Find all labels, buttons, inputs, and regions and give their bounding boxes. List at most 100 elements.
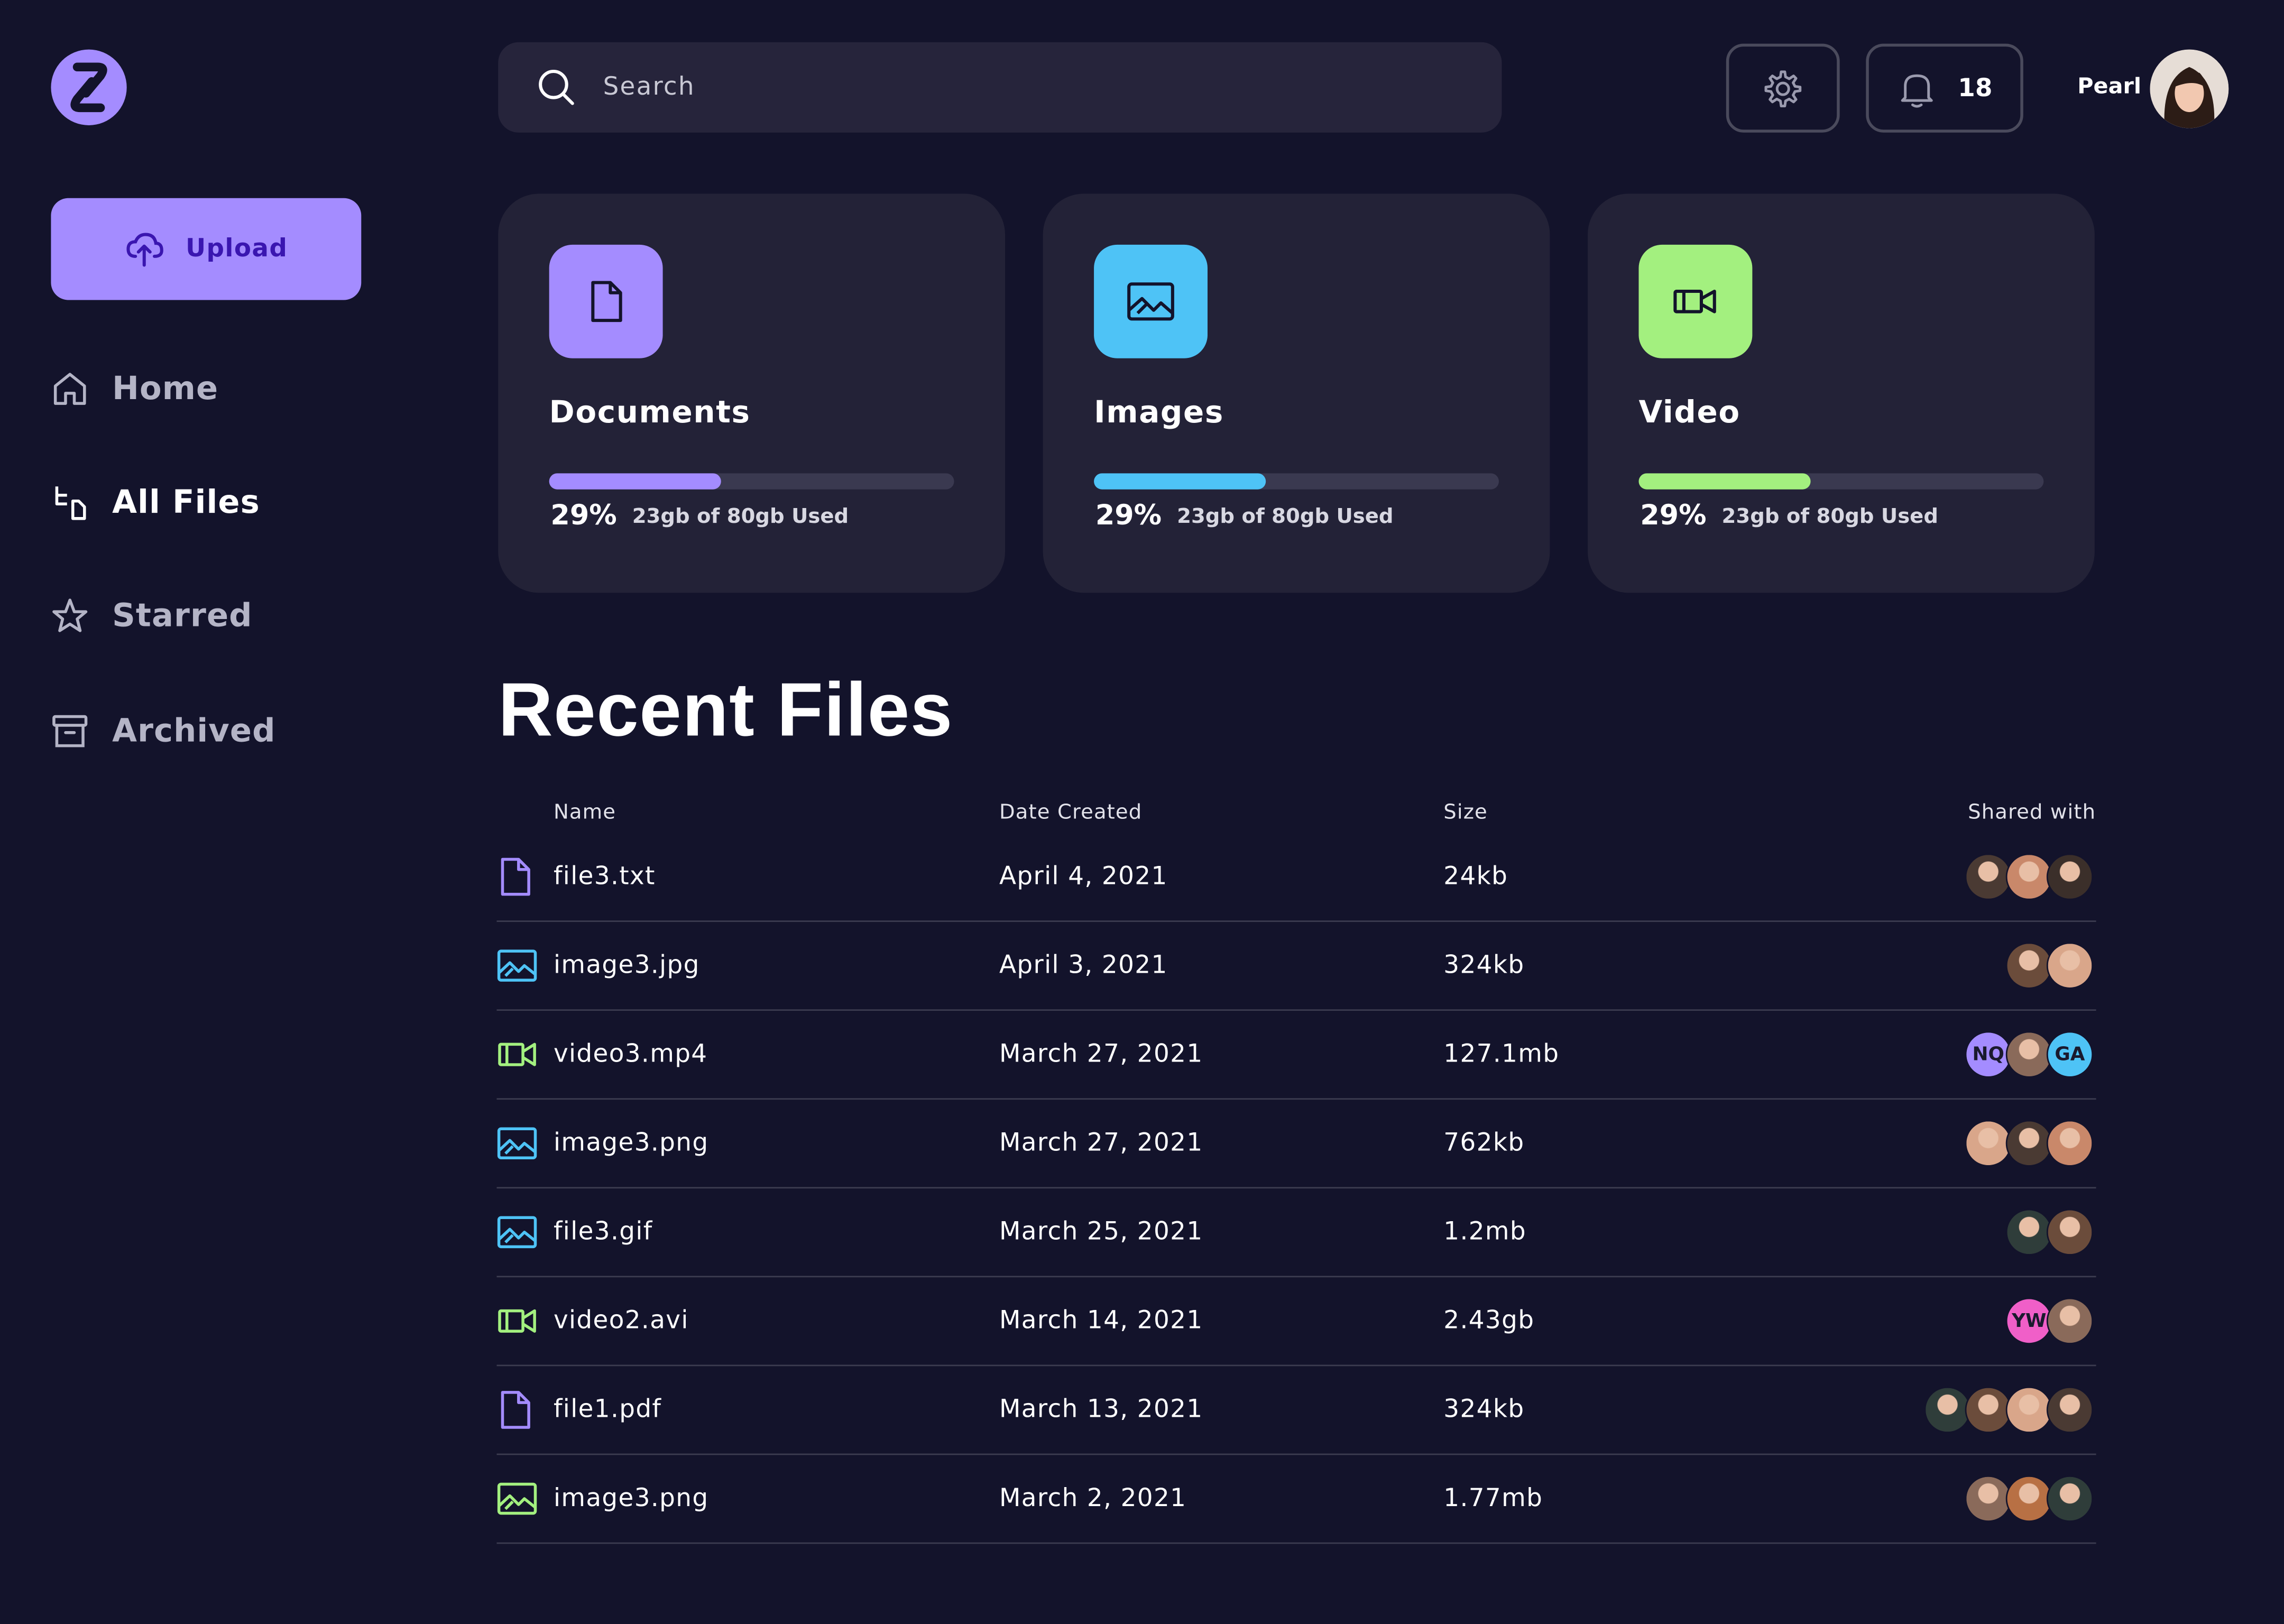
shared-with bbox=[2005, 922, 2094, 1009]
shared-avatar[interactable] bbox=[1965, 1475, 2012, 1522]
logo-icon bbox=[70, 62, 107, 113]
shared-avatar-initials[interactable]: GA bbox=[2046, 1031, 2094, 1078]
settings-button[interactable] bbox=[1726, 43, 1840, 133]
gear-icon bbox=[1764, 69, 1802, 107]
image-icon bbox=[496, 922, 537, 1009]
file-row[interactable]: file3.txt April 4, 2021 24kb bbox=[496, 833, 2096, 922]
app-logo[interactable] bbox=[51, 49, 127, 125]
file-name[interactable]: image3.png bbox=[554, 1100, 709, 1187]
file-row[interactable]: image3.jpg April 3, 2021 324kb bbox=[496, 922, 2096, 1011]
file-name[interactable]: video3.mp4 bbox=[554, 1011, 708, 1098]
nav-label-all-files: All Files bbox=[112, 484, 260, 521]
shared-avatar[interactable] bbox=[2005, 1031, 2052, 1078]
storage-percent: 29% bbox=[1640, 499, 1707, 532]
nav-item-archived[interactable]: Archived bbox=[51, 702, 371, 760]
file-name[interactable]: video2.avi bbox=[554, 1277, 689, 1364]
shared-avatar[interactable] bbox=[1965, 1386, 2012, 1434]
nav-item-home[interactable]: Home bbox=[51, 360, 371, 418]
storage-progress bbox=[549, 473, 954, 490]
file-date: March 2, 2021 bbox=[999, 1484, 1187, 1514]
shared-avatar[interactable] bbox=[2005, 1120, 2052, 1167]
nav-item-all-files[interactable]: All Files bbox=[51, 473, 371, 531]
shared-avatar[interactable] bbox=[2005, 942, 2052, 989]
file-row[interactable]: video2.avi March 14, 2021 2.43gb YW bbox=[496, 1277, 2096, 1367]
nav-label-archived: Archived bbox=[112, 713, 276, 750]
image-icon bbox=[1094, 244, 1208, 358]
file-name[interactable]: file3.txt bbox=[554, 833, 656, 920]
file-row[interactable]: image3.png March 2, 2021 1.77mb bbox=[496, 1455, 2096, 1544]
star-icon bbox=[52, 598, 88, 632]
shared-avatar[interactable] bbox=[2046, 1475, 2094, 1522]
search-input[interactable] bbox=[603, 72, 1419, 102]
storage-card-images[interactable]: Images 29% 23gb of 80gb Used bbox=[1043, 193, 1550, 593]
file-row[interactable]: file1.pdf March 13, 2021 324kb bbox=[496, 1366, 2096, 1455]
shared-avatar[interactable] bbox=[2046, 1120, 2094, 1167]
file-date: March 25, 2021 bbox=[999, 1217, 1203, 1247]
shared-with: YW bbox=[2005, 1277, 2094, 1364]
shared-avatar[interactable] bbox=[2005, 1386, 2052, 1434]
shared-avatar-initials[interactable]: YW bbox=[2005, 1297, 2052, 1344]
file-size: 324kb bbox=[1443, 951, 1525, 981]
storage-used: 23gb of 80gb Used bbox=[632, 505, 849, 529]
column-header-size[interactable]: Size bbox=[1443, 801, 1488, 824]
search-bar[interactable] bbox=[498, 42, 1502, 133]
shared-avatar[interactable] bbox=[2046, 942, 2094, 989]
file-date: March 27, 2021 bbox=[999, 1040, 1203, 1069]
file-name[interactable]: image3.jpg bbox=[554, 922, 700, 1009]
file-size: 127.1mb bbox=[1443, 1040, 1560, 1069]
upload-button[interactable]: Upload bbox=[51, 198, 362, 300]
shared-with bbox=[1924, 1366, 2094, 1453]
file-row[interactable]: file3.gif March 25, 2021 1.2mb bbox=[496, 1188, 2096, 1278]
home-icon bbox=[53, 373, 86, 405]
file-size: 24kb bbox=[1443, 862, 1508, 892]
file-name[interactable]: file3.gif bbox=[554, 1188, 653, 1276]
shared-avatar[interactable] bbox=[2005, 1208, 2052, 1256]
upload-label: Upload bbox=[186, 234, 288, 264]
shared-avatar[interactable] bbox=[2046, 1386, 2094, 1434]
shared-avatar[interactable] bbox=[1965, 1120, 2012, 1167]
document-icon bbox=[549, 244, 663, 358]
notification-count: 18 bbox=[1958, 73, 1993, 103]
file-size: 1.77mb bbox=[1443, 1484, 1543, 1514]
shared-avatar[interactable] bbox=[2005, 853, 2052, 900]
bell-icon bbox=[1901, 73, 1933, 107]
storage-progress bbox=[1094, 473, 1499, 490]
shared-avatar[interactable] bbox=[1965, 853, 2012, 900]
user-avatar[interactable] bbox=[2150, 49, 2229, 128]
storage-used: 23gb of 80gb Used bbox=[1721, 505, 1938, 529]
file-size: 2.43gb bbox=[1443, 1306, 1535, 1336]
image-icon bbox=[496, 1100, 537, 1187]
storage-card-video[interactable]: Video 29% 23gb of 80gb Used bbox=[1588, 193, 2095, 593]
user-photo bbox=[2150, 49, 2229, 128]
storage-percent: 29% bbox=[550, 499, 617, 532]
storage-card-documents[interactable]: Documents 29% 23gb of 80gb Used bbox=[498, 193, 1006, 593]
column-header-name[interactable]: Name bbox=[554, 801, 616, 824]
recent-files-title: Recent Files bbox=[498, 668, 953, 753]
column-header-shared: Shared with bbox=[1968, 801, 2096, 825]
video-icon bbox=[1638, 244, 1753, 358]
search-icon bbox=[539, 69, 574, 105]
file-name[interactable]: image3.png bbox=[554, 1455, 709, 1542]
shared-with: GA NQ bbox=[1965, 1011, 2094, 1098]
shared-with bbox=[1965, 833, 2094, 920]
card-title: Documents bbox=[549, 394, 751, 430]
image-icon bbox=[496, 1455, 537, 1542]
shared-with bbox=[2005, 1188, 2094, 1276]
card-title: Images bbox=[1094, 394, 1224, 430]
shared-avatar[interactable] bbox=[2046, 853, 2094, 900]
video-icon bbox=[496, 1011, 537, 1098]
shared-avatar[interactable] bbox=[2005, 1475, 2052, 1522]
archive-icon bbox=[52, 715, 88, 748]
file-row[interactable]: video3.mp4 March 27, 2021 127.1mb GA NQ bbox=[496, 1011, 2096, 1100]
file-row[interactable]: image3.png March 27, 2021 762kb bbox=[496, 1100, 2096, 1189]
video-icon bbox=[496, 1277, 537, 1364]
shared-avatar[interactable] bbox=[2046, 1208, 2094, 1256]
document-icon bbox=[496, 1366, 535, 1453]
notifications-button[interactable]: 18 bbox=[1866, 43, 2023, 133]
shared-avatar[interactable] bbox=[2046, 1297, 2094, 1344]
shared-avatar-initials[interactable]: NQ bbox=[1965, 1031, 2012, 1078]
column-header-date[interactable]: Date Created bbox=[999, 801, 1142, 824]
shared-avatar[interactable] bbox=[1924, 1386, 1971, 1434]
nav-item-starred[interactable]: Starred bbox=[51, 587, 371, 645]
file-name[interactable]: file1.pdf bbox=[554, 1366, 661, 1453]
